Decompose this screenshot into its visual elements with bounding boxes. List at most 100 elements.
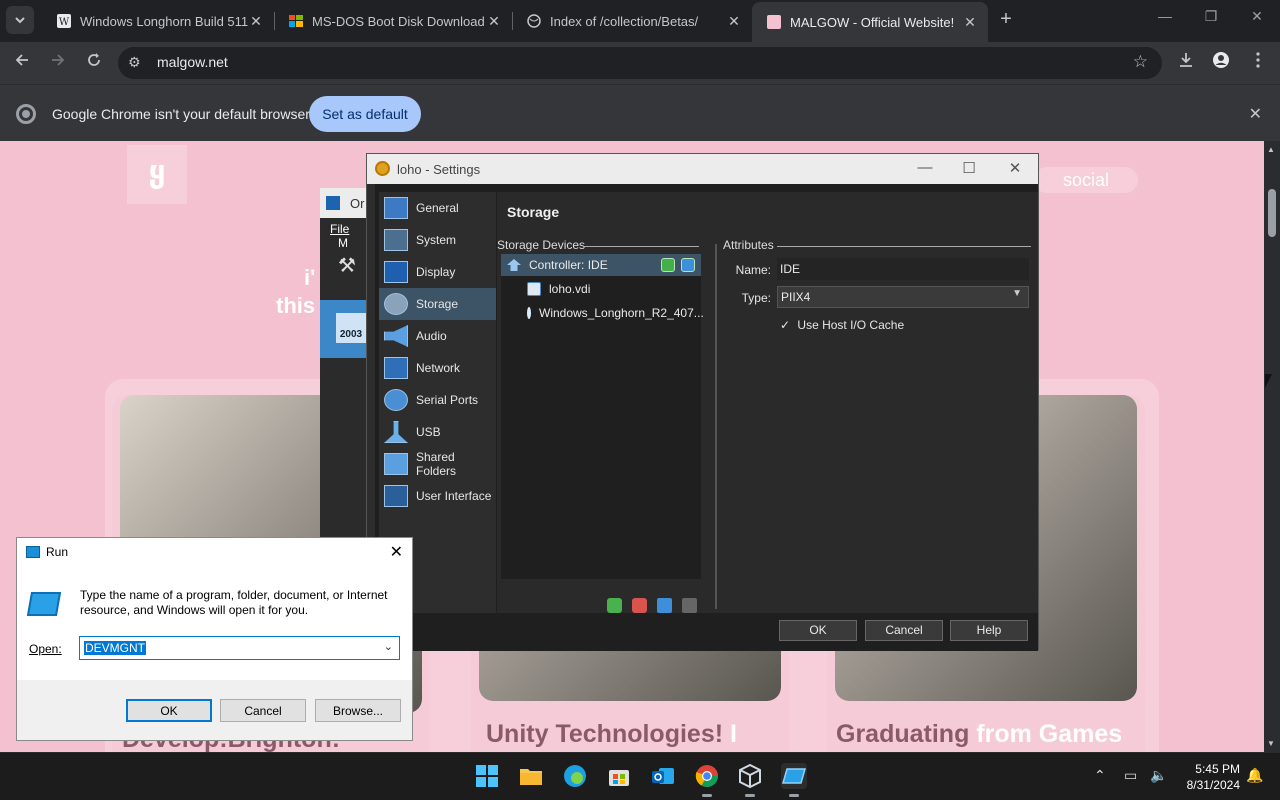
tab-search-button[interactable] [6, 6, 34, 34]
open-combobox[interactable]: DEVMGNT ⌄ [79, 636, 400, 660]
tab-msdos[interactable]: MS-DOS Boot Disk Download | ✕ [274, 0, 512, 42]
window-close-button[interactable]: ✕ [1242, 8, 1272, 25]
scroll-down-icon[interactable]: ▼ [1267, 739, 1275, 748]
controller-icon [507, 259, 521, 271]
disk-label: loho.vdi [549, 282, 591, 296]
maximize-button[interactable]: ❐ [1196, 8, 1226, 25]
chevron-down-icon [15, 17, 25, 24]
default-browser-infobar: Google Chrome isn't your default browser… [0, 84, 1280, 141]
close-icon[interactable]: ✕ [248, 13, 264, 30]
close-icon[interactable]: ✕ [726, 13, 742, 30]
display-icon [384, 261, 408, 283]
hard-disk-icon [527, 282, 541, 296]
tab-title: Windows Longhorn Build 5112 [80, 13, 248, 29]
add-attachment-icon[interactable] [657, 598, 672, 613]
sidebar-item-label: Shared Folders [416, 450, 457, 478]
tab-wikipedia[interactable]: W Windows Longhorn Build 5112 ✕ [42, 0, 274, 42]
tree-item-optical[interactable]: Windows_Longhorn_R2_407... [501, 302, 704, 324]
ok-button[interactable]: OK [126, 699, 212, 722]
new-tab-button[interactable]: + [994, 8, 1018, 32]
close-button[interactable]: ✕ [390, 542, 403, 562]
address-bar[interactable]: ⚙ malgow.net ☆ [118, 47, 1162, 79]
sidebar-item-network[interactable]: Network [379, 352, 496, 384]
open-label: Open: [29, 642, 62, 656]
profile-icon [1213, 52, 1229, 68]
set-as-default-button[interactable]: Set as default [309, 96, 421, 132]
outlook-button[interactable] [650, 763, 676, 789]
volume-tray-icon[interactable]: 🔈 [1150, 767, 1167, 784]
virtualbox-taskbar-button[interactable] [737, 763, 763, 797]
close-button[interactable]: ✕ [1005, 159, 1025, 177]
browse-button[interactable]: Browse... [315, 699, 401, 722]
edge-button[interactable] [562, 763, 588, 789]
sidebar-item-general[interactable]: General [379, 192, 496, 224]
start-button[interactable] [474, 763, 500, 789]
sidebar-item-shared-folders[interactable]: Shared Folders [379, 448, 496, 480]
add-hard-disk-icon[interactable] [681, 258, 695, 272]
disk-label: Windows_Longhorn_R2_407... [539, 306, 704, 320]
site-logo[interactable]: ყ [127, 145, 187, 204]
system-clock[interactable]: 5:45 PM 8/31/2024 [1176, 761, 1240, 793]
chrome-menu-button[interactable] [1246, 51, 1270, 75]
sidebar-item-user-interface[interactable]: User Interface [379, 480, 496, 512]
chevron-down-icon[interactable]: ⌄ [384, 640, 393, 653]
help-button[interactable]: Help [950, 620, 1028, 641]
tab-malgow[interactable]: MALGOW - Official Website! ✕ [752, 2, 988, 42]
run-taskbar-button[interactable] [781, 763, 807, 797]
close-icon[interactable]: ✕ [962, 14, 978, 31]
ok-button[interactable]: OK [779, 620, 857, 641]
scrollbar-thumb[interactable] [1268, 189, 1276, 237]
sidebar-item-storage[interactable]: Storage [379, 288, 496, 320]
type-select[interactable]: PIIX4 ▼ [777, 286, 1029, 308]
tab-index-betas[interactable]: Index of /collection/Betas/ ✕ [512, 0, 752, 42]
file-explorer-button[interactable] [518, 763, 544, 789]
tray-overflow-icon[interactable]: ⌃ [1094, 767, 1106, 784]
notification-bell-icon[interactable]: 🔔 [1246, 767, 1263, 784]
minimize-button[interactable]: — [1150, 8, 1180, 24]
site-info-icon[interactable]: ⚙ [128, 54, 146, 72]
windows-taskbar: ⌃ ▭ 🔈 5:45 PM 8/31/2024 🔔 [0, 752, 1280, 800]
tree-item-disk[interactable]: loho.vdi [501, 278, 701, 300]
sidebar-item-audio[interactable]: Audio [379, 320, 496, 352]
run-titlebar: Run ✕ [17, 538, 412, 566]
page-scrollbar[interactable]: ▲ ▼ [1264, 141, 1280, 752]
profile-button[interactable] [1209, 51, 1233, 75]
virtualbox-manager-window[interactable]: Or File M ⚒ 2003 [320, 188, 370, 548]
name-field[interactable]: IDE [777, 258, 1029, 280]
reload-icon [88, 53, 100, 66]
malgow-icon [767, 15, 781, 29]
network-tray-icon[interactable]: ▭ [1124, 767, 1137, 784]
attributes-label: Attributes [723, 238, 774, 252]
menu-machine[interactable]: M [338, 236, 348, 250]
chrome-taskbar-button[interactable] [694, 763, 720, 797]
scroll-up-icon[interactable]: ▲ [1267, 145, 1275, 154]
downloads-button[interactable] [1174, 51, 1198, 75]
maximize-button[interactable]: ☐ [959, 159, 979, 177]
sidebar-item-usb[interactable]: USB [379, 416, 496, 448]
remove-attachment-icon[interactable] [682, 598, 697, 613]
cancel-button[interactable]: Cancel [220, 699, 306, 722]
sidebar-item-system[interactable]: System [379, 224, 496, 256]
sidebar-item-display[interactable]: Display [379, 256, 496, 288]
host-io-cache-checkbox[interactable]: ✓ Use Host I/O Cache [780, 318, 904, 332]
back-button[interactable] [10, 51, 34, 75]
type-label: Type: [741, 291, 771, 305]
close-icon[interactable]: ✕ [486, 13, 502, 30]
social-link[interactable]: social [1034, 167, 1138, 193]
store-button[interactable] [606, 763, 632, 789]
add-optical-drive-icon[interactable] [661, 258, 675, 272]
reload-button[interactable] [82, 51, 106, 75]
cancel-button[interactable]: Cancel [865, 620, 943, 641]
run-large-icon [26, 592, 62, 616]
vbm-title: Or [350, 196, 365, 211]
menu-file[interactable]: File [330, 222, 349, 236]
infobar-close-icon[interactable]: ✕ [1249, 104, 1262, 124]
bookmark-star-icon[interactable]: ☆ [1133, 52, 1148, 72]
add-controller-icon[interactable] [607, 598, 622, 613]
tree-item-controller[interactable]: Controller: IDE [501, 254, 701, 276]
remove-controller-icon[interactable] [632, 598, 647, 613]
tab-title: MS-DOS Boot Disk Download | [312, 13, 486, 29]
minimize-button[interactable]: — [915, 159, 935, 176]
forward-button[interactable] [46, 51, 70, 75]
sidebar-item-serial-ports[interactable]: Serial Ports [379, 384, 496, 416]
